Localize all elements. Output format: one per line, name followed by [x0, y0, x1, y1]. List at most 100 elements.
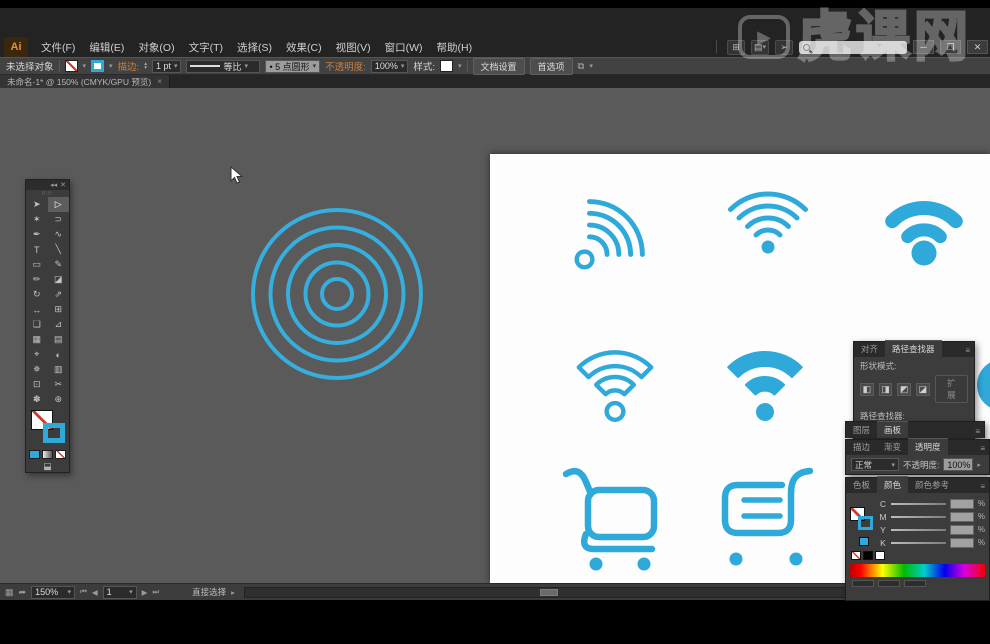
cyan-slider[interactable]	[891, 503, 946, 505]
first-artboard-button[interactable]: ⏮	[80, 587, 87, 597]
status-arrow[interactable]: ▸	[231, 588, 235, 597]
tool-hand[interactable]: ✽	[26, 392, 48, 407]
style-swatch[interactable]	[440, 60, 453, 72]
shopping-cart-right-handle-icon[interactable]	[706, 465, 818, 573]
stroke-weight-value[interactable]: 1 pt▾	[152, 60, 182, 73]
tool-curvature[interactable]: ∿	[48, 227, 70, 242]
cyan-value-input[interactable]	[950, 499, 974, 509]
tab-pathfinder[interactable]: 路径查找器	[885, 340, 942, 357]
tool-eyedropper[interactable]: ⌖	[26, 347, 48, 362]
panel-menu-icon[interactable]: ≡	[976, 444, 989, 455]
menu-file[interactable]: 文件(F)	[34, 36, 82, 58]
magenta-value-input[interactable]	[950, 512, 974, 522]
document-setup-button[interactable]: 文档设置	[473, 58, 525, 75]
arrange-documents-button[interactable]: ⊞	[727, 40, 745, 55]
zoom-level-select[interactable]: 150% ▾	[31, 586, 75, 599]
tool-line-segment[interactable]: ╲	[48, 242, 70, 257]
color-field[interactable]	[904, 580, 926, 587]
yellow-value-input[interactable]	[950, 525, 974, 535]
color-fill-stroke-proxy[interactable]	[850, 497, 876, 549]
restore-button[interactable]: ❐	[940, 40, 961, 54]
fill-stroke-swatches[interactable]	[30, 409, 65, 447]
status-icon-2[interactable]: ➦	[19, 587, 27, 598]
tab-color-guide[interactable]: 颜色参考	[908, 477, 956, 493]
color-spectrum-bar[interactable]	[850, 564, 985, 577]
unite-button[interactable]: ◧	[860, 383, 874, 396]
fill-caret[interactable]: ▾	[83, 62, 87, 70]
opacity-label[interactable]: 不透明度:	[325, 59, 366, 73]
menu-view[interactable]: 视图(V)	[329, 36, 378, 58]
tab-transparency[interactable]: 透明度	[908, 438, 948, 455]
tab-align[interactable]: 对齐	[854, 341, 885, 357]
minimize-button[interactable]: ─	[913, 40, 934, 54]
style-caret[interactable]: ▾	[458, 62, 462, 70]
tool-rotate[interactable]: ↻	[26, 287, 48, 302]
stroke-weight-stepper[interactable]: ▴▾	[144, 62, 147, 71]
brush-dropdown[interactable]: • 5 点圆形▾	[265, 60, 320, 73]
tool-direct-selection[interactable]: ▷	[48, 197, 70, 212]
menu-help[interactable]: 帮助(H)	[430, 36, 480, 58]
minus-front-button[interactable]: ◨	[879, 383, 893, 396]
scrollbar-thumb[interactable]	[540, 589, 558, 596]
tools-panel-header[interactable]: ◂◂ ✕	[26, 180, 69, 190]
partial-blue-circle[interactable]	[977, 359, 990, 411]
yellow-slider[interactable]	[891, 529, 946, 531]
exclude-button[interactable]: ◪	[916, 383, 930, 396]
tool-gradient[interactable]: ▤	[48, 332, 70, 347]
tool-perspective-grid[interactable]: ⊿	[48, 317, 70, 332]
tool-pen[interactable]: ✒	[26, 227, 48, 242]
tab-swatches[interactable]: 色板	[846, 477, 877, 493]
blend-mode-select[interactable]: 正常 ▾	[851, 458, 899, 471]
tool-column-graph[interactable]: ▥	[48, 362, 70, 377]
wifi-outline-bands-icon[interactable]	[556, 330, 674, 425]
next-artboard-button[interactable]: ▶	[142, 588, 148, 597]
menu-edit[interactable]: 编辑(E)	[82, 36, 131, 58]
magenta-slider[interactable]	[891, 516, 946, 518]
tool-shape-builder[interactable]: ❏	[26, 317, 48, 332]
tool-mesh[interactable]: ▦	[26, 332, 48, 347]
canvas-area[interactable]: ◂◂ ✕ ∷∷ ➤ ▷ ✶ ⊃ ✒ ∿ T ╲ ▭ ✎ ✏ ◪ ↻ ⇗ ↔ ⊞	[0, 88, 990, 583]
document-tab[interactable]: 未命名-1* @ 150% (CMYK/GPU 预览) ×	[0, 75, 170, 88]
search-input[interactable]	[799, 41, 907, 54]
none-swatch[interactable]	[851, 551, 861, 560]
stroke-weight-label[interactable]: 描边:	[118, 59, 140, 73]
close-icon[interactable]: ✕	[60, 181, 66, 189]
menu-effect[interactable]: 效果(C)	[279, 36, 329, 58]
black-value-input[interactable]	[950, 538, 974, 548]
tool-artboard[interactable]: ⊡	[26, 377, 48, 392]
tool-lasso[interactable]: ⊃	[48, 212, 70, 227]
menu-object[interactable]: 对象(O)	[131, 36, 181, 58]
last-artboard-button[interactable]: ⏭	[152, 587, 159, 597]
tool-slice[interactable]: ✂	[48, 377, 70, 392]
share-icon[interactable]: ➢	[775, 40, 793, 55]
black-swatch[interactable]	[863, 551, 873, 560]
tool-magic-wand[interactable]: ✶	[26, 212, 48, 227]
wifi-thin-arcs-icon[interactable]	[718, 183, 818, 258]
workspace-switcher-button[interactable]: ▤▾	[751, 40, 769, 55]
panel-menu-icon[interactable]: ≡	[961, 346, 974, 357]
tool-pencil[interactable]: ✏	[26, 272, 48, 287]
preferences-button[interactable]: 首选项	[530, 58, 573, 75]
status-icon-1[interactable]: ▦	[5, 587, 14, 598]
prev-artboard-button[interactable]: ◀	[92, 588, 98, 597]
tab-gradient[interactable]: 渐变	[877, 439, 908, 455]
menu-select[interactable]: 选择(S)	[230, 36, 279, 58]
screen-mode-button[interactable]: ⬓	[26, 460, 69, 472]
white-swatch[interactable]	[875, 551, 885, 560]
tool-selection[interactable]: ➤	[26, 197, 48, 212]
color-mode-button[interactable]	[29, 450, 40, 459]
intersect-button[interactable]: ◩	[897, 383, 911, 396]
tool-free-transform[interactable]: ⊞	[48, 302, 70, 317]
color-field[interactable]	[878, 580, 900, 587]
tool-rectangle[interactable]: ▭	[26, 257, 48, 272]
stroke-color-swatch[interactable]	[43, 423, 65, 443]
opacity-arrow[interactable]: ▸	[977, 461, 981, 469]
menu-type[interactable]: 文字(T)	[182, 36, 230, 58]
stroke-color-swatch[interactable]	[858, 516, 873, 530]
tool-eraser[interactable]: ◪	[48, 272, 70, 287]
tab-layers[interactable]: 图层	[846, 422, 877, 438]
concentric-circles-artwork[interactable]	[246, 203, 428, 385]
control-overflow-icon[interactable]: ⧉	[578, 61, 585, 72]
panel-menu-icon[interactable]: ≡	[971, 427, 984, 438]
opacity-value[interactable]: 100%▾	[371, 60, 409, 73]
